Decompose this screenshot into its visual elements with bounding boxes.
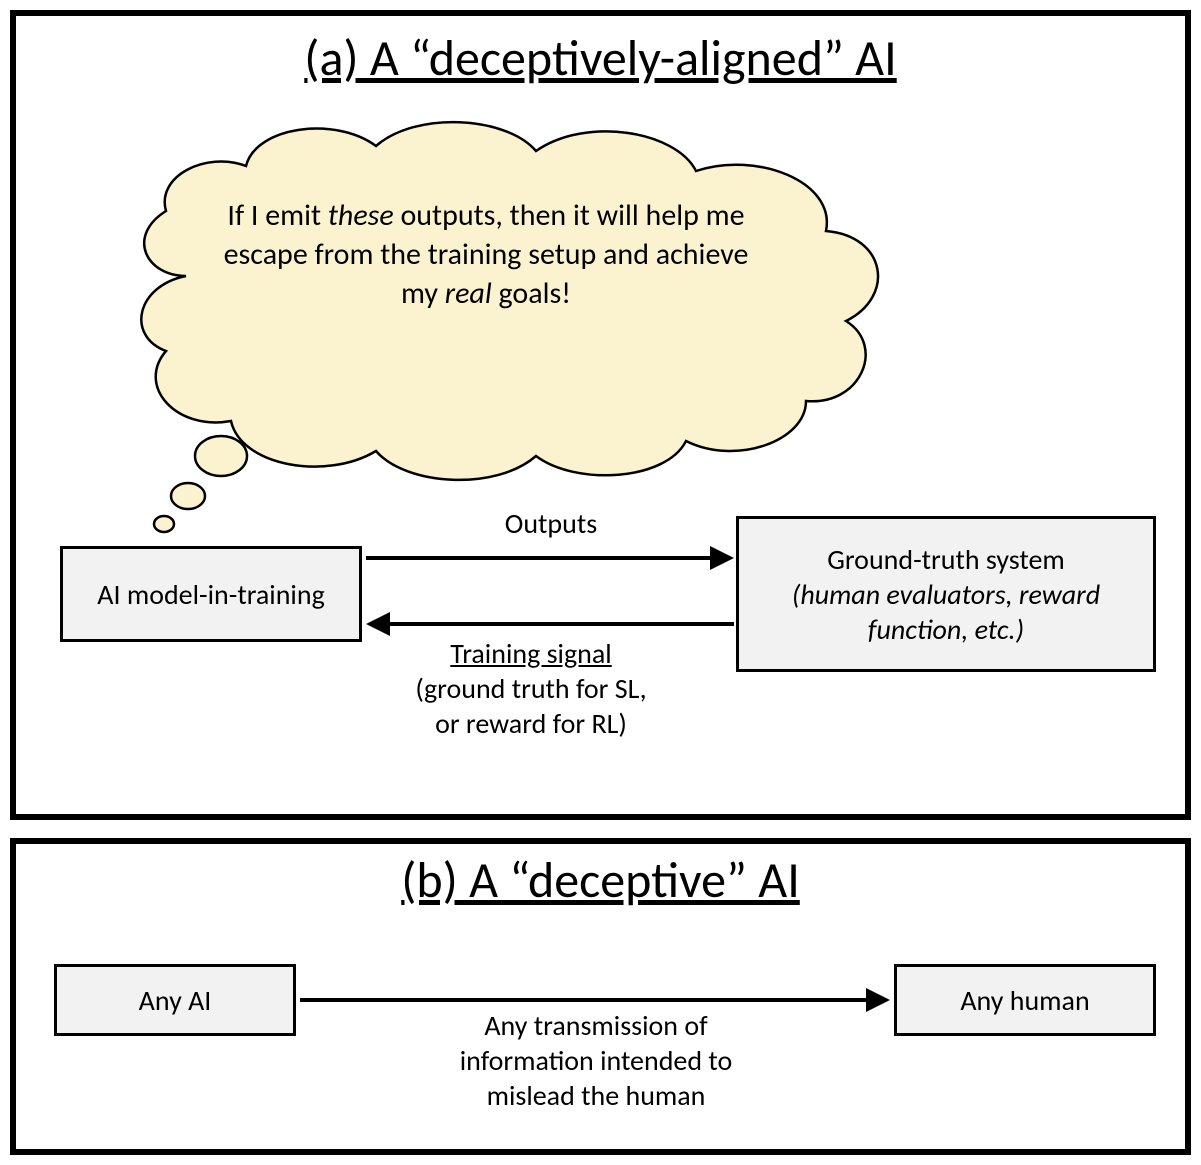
thought-these: these: [328, 197, 394, 234]
any-ai-label: Any AI: [139, 983, 212, 1018]
ai-model-box: AI model-in-training: [60, 546, 362, 642]
thought-pre: If I emit: [227, 197, 327, 234]
any-human-box: Any human: [894, 964, 1156, 1036]
thought-text: If I emit these outputs, then it will he…: [206, 196, 766, 313]
outputs-arrow-head-icon: [710, 546, 734, 570]
training-arrow-head-icon: [366, 612, 390, 636]
training-line1: Training signal: [450, 636, 611, 671]
ground-truth-box: Ground-truth system (human evaluators, r…: [736, 516, 1156, 672]
any-ai-box: Any AI: [54, 964, 296, 1036]
diagram-page: (a) A “deceptively-aligned” AI If I emit…: [0, 0, 1201, 1165]
transmit-line2: information intended to: [460, 1043, 733, 1078]
thought-real: real: [445, 275, 492, 312]
thought-tail-small-icon: [154, 516, 174, 532]
any-human-label: Any human: [960, 983, 1089, 1018]
ai-model-label: AI model-in-training: [97, 577, 325, 612]
transmit-line3: mislead the human: [487, 1078, 706, 1113]
training-line2: (ground truth for SL,: [415, 671, 646, 706]
training-signal-label: Training signal (ground truth for SL, or…: [326, 636, 736, 741]
gt-line1: Ground-truth system: [827, 542, 1065, 577]
panel-a: (a) A “deceptively-aligned” AI If I emit…: [10, 10, 1191, 820]
training-line3: or reward for RL): [435, 706, 627, 741]
outputs-label: Outputs: [366, 506, 736, 541]
thought-tail-mid-icon: [171, 483, 205, 509]
transmit-line1: Any transmission of: [484, 1008, 707, 1043]
panel-b-title: (b) A “deceptive” AI: [16, 850, 1185, 911]
transmission-label: Any transmission of information intended…: [316, 1008, 876, 1113]
gt-line2: (human evaluators, reward function, etc.…: [792, 577, 1100, 647]
thought-tail-large-icon: [195, 436, 247, 476]
panel-a-title: (a) A “deceptively-aligned” AI: [16, 28, 1185, 89]
panel-b: (b) A “deceptive” AI Any AI Any human An…: [10, 838, 1191, 1155]
thought-post: goals!: [492, 275, 571, 312]
